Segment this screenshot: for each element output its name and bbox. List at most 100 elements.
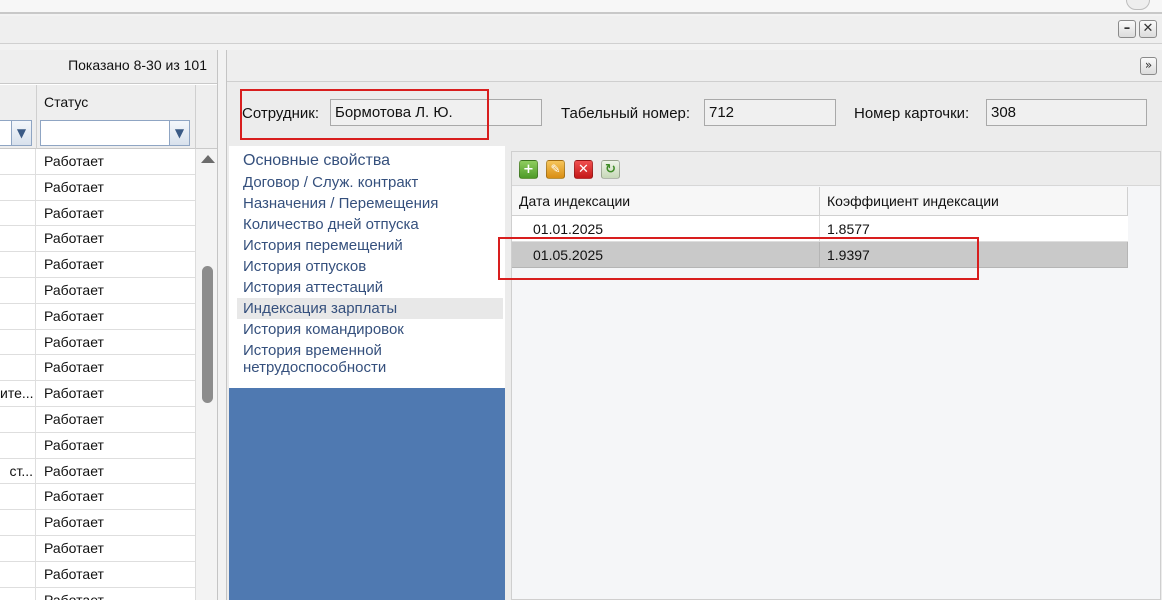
coef-cell: 1.9397 [827, 247, 870, 263]
date-cell: 01.05.2025 [533, 247, 604, 263]
name-cell [0, 561, 36, 587]
list-item[interactable]: ите... Работает [0, 381, 195, 407]
name-cell [0, 484, 36, 510]
add-icon[interactable]: + [519, 160, 538, 179]
minimize-button[interactable]: – [1118, 20, 1136, 38]
top-window-strip [0, 0, 1162, 14]
status-cell: Работает [44, 178, 104, 195]
delete-icon[interactable]: ✕ [574, 160, 593, 179]
nav-item[interactable]: История аттестаций [229, 277, 505, 298]
status-cell: Работает [44, 333, 104, 350]
status-cell: Работает [44, 410, 104, 427]
status-cell: Работает [44, 591, 104, 600]
list-item[interactable]: Работает [0, 406, 195, 433]
list-item[interactable]: Работает [0, 484, 195, 511]
status-cell: Работает [44, 539, 104, 556]
refresh-icon[interactable]: ↻ [601, 160, 620, 179]
list-item[interactable]: Работает [0, 510, 195, 536]
vertical-scrollbar[interactable] [195, 149, 217, 600]
column-separator [195, 85, 196, 149]
table-row-selected[interactable]: 01.05.2025 1.9397 [512, 242, 1128, 268]
nav-item[interactable]: История перемещений [229, 235, 505, 256]
list-item[interactable]: ст... Работает [0, 458, 195, 485]
name-cell [0, 535, 36, 561]
edit-icon[interactable]: ✎ [546, 160, 565, 179]
list-item[interactable]: Работает [0, 587, 195, 600]
name-cell [0, 355, 36, 381]
name-cell [0, 329, 36, 355]
list-item[interactable]: Работает [0, 226, 195, 253]
status-filter-input[interactable]: ▼ [40, 120, 190, 146]
nav-item[interactable]: Основные свойства [229, 150, 505, 171]
employee-field[interactable]: Бормотова Л. Ю. [330, 99, 542, 126]
list-item[interactable]: Работает [0, 561, 195, 588]
status-cell: Работает [44, 307, 104, 324]
chevron-down-icon[interactable]: ▼ [169, 121, 189, 145]
list-item[interactable]: Работает [0, 535, 195, 562]
status-cell: Работает [44, 565, 104, 582]
list-item[interactable]: Работает [0, 432, 195, 459]
nav-item[interactable]: История временной нетрудоспособности [229, 340, 505, 378]
list-item[interactable]: Работает [0, 200, 195, 227]
table-row[interactable]: 01.01.2025 1.8577 [512, 216, 1128, 242]
employee-list-panel: Показано 8-30 из 101 Статус ▼ ▼ Работает… [0, 50, 218, 600]
list-toolbar: Показано 8-30 из 101 [0, 50, 217, 84]
nav-item[interactable]: Назначения / Перемещения [229, 193, 505, 214]
name-cell [0, 226, 36, 252]
card-number-field[interactable]: 308 [986, 99, 1147, 126]
status-cell: Работает [44, 256, 104, 273]
status-cell: Работает [44, 204, 104, 221]
name-cell [0, 174, 36, 200]
name-cell [0, 510, 36, 535]
scroll-up-icon[interactable] [201, 155, 215, 163]
date-column-header[interactable]: Дата индексации [519, 193, 630, 209]
name-cell [0, 303, 36, 329]
expand-icon[interactable]: » [1140, 57, 1157, 75]
section-nav-list: Основные свойства Договор / Служ. контрак… [229, 146, 505, 388]
status-cell: Работает [44, 436, 104, 453]
salary-indexation-grid: + ✎ ✕ ↻ Дата индексации Коэффициент инде… [511, 151, 1161, 600]
column-separator [1127, 187, 1128, 216]
name-cell [0, 200, 36, 226]
section-nav-panel: Основные свойства Договор / Служ. контрак… [229, 146, 505, 600]
nav-item[interactable]: Договор / Служ. контракт [229, 172, 505, 193]
list-item[interactable]: Работает [0, 149, 195, 175]
status-cell: Работает [44, 153, 104, 169]
date-cell: 01.01.2025 [533, 221, 604, 237]
nav-item[interactable]: Индексация зарплаты [237, 298, 503, 319]
list-item[interactable]: Работает [0, 355, 195, 382]
status-cell: Работает [44, 230, 104, 247]
column-separator [819, 187, 820, 216]
shown-count: Показано 8-30 из 101 [68, 57, 207, 73]
employee-rows: Работает Работает Работает Работает Работает… [0, 149, 195, 600]
nav-item[interactable]: Количество дней отпуска [229, 214, 505, 235]
scrollbar-thumb[interactable] [202, 266, 213, 403]
grid-header: Дата индексации Коэффициент индексации [512, 187, 1128, 216]
column-separator [36, 85, 37, 149]
window-corner-control[interactable] [1126, 0, 1150, 10]
nav-item[interactable]: История командировок [229, 319, 505, 340]
column-separator [819, 242, 820, 268]
tab-number-label: Табельный номер: [561, 105, 691, 122]
name-cell [0, 432, 36, 458]
chevron-down-icon[interactable]: ▼ [11, 121, 31, 145]
column-filter-input[interactable]: ▼ [0, 120, 32, 146]
name-cell: ите... [0, 381, 36, 406]
status-cell: Работает [44, 281, 104, 298]
close-button[interactable]: ✕ [1139, 20, 1157, 38]
list-item[interactable]: Работает [0, 277, 195, 304]
list-item[interactable]: Работает [0, 174, 195, 201]
status-column-header[interactable]: Статус [44, 94, 88, 110]
nav-item[interactable]: История отпусков [229, 256, 505, 277]
status-cell: Работает [44, 462, 104, 479]
employee-details-panel: » Сотрудник: Бормотова Л. Ю. Табельный н… [226, 50, 1162, 600]
list-item[interactable]: Работает [0, 252, 195, 278]
coef-column-header[interactable]: Коэффициент индексации [827, 193, 999, 209]
grid-toolbar: + ✎ ✕ ↻ [512, 152, 1160, 186]
details-header-bar: » [227, 50, 1162, 82]
list-header: Статус ▼ ▼ [0, 85, 217, 149]
status-cell: Работает [44, 514, 104, 531]
tab-number-field[interactable]: 712 [704, 99, 836, 126]
list-item[interactable]: Работает [0, 303, 195, 330]
list-item[interactable]: Работает [0, 329, 195, 356]
